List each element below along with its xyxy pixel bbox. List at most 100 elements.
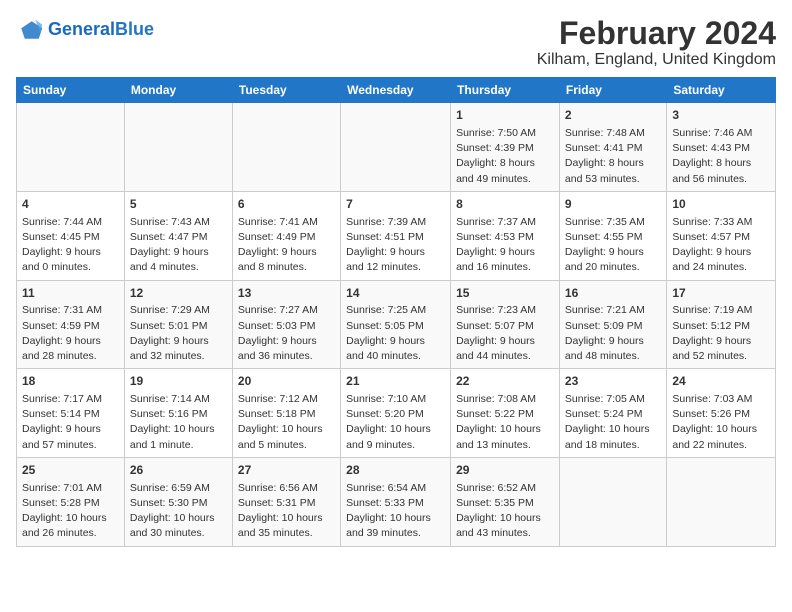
calendar-cell: 23 Sunrise: 7:05 AM Sunset: 5:24 PM Dayli… xyxy=(559,369,666,458)
calendar-cell: 21 Sunrise: 7:10 AM Sunset: 5:20 PM Dayli… xyxy=(341,369,451,458)
calendar-cell: 3 Sunrise: 7:46 AM Sunset: 4:43 PM Daylig… xyxy=(667,103,776,192)
day-info: Sunrise: 7:10 AM Sunset: 5:20 PM Dayligh… xyxy=(346,392,445,453)
calendar-cell: 29 Sunrise: 6:52 AM Sunset: 5:35 PM Dayli… xyxy=(451,457,560,546)
calendar-cell: 16Sunrise: 7:21 AM Sunset: 5:09 PM Dayli… xyxy=(559,280,666,369)
calendar-cell: 13Sunrise: 7:27 AM Sunset: 5:03 PM Dayli… xyxy=(232,280,340,369)
day-info: Sunrise: 6:54 AM Sunset: 5:33 PM Dayligh… xyxy=(346,481,445,542)
weekday-header: Thursday xyxy=(451,78,560,103)
calendar-cell: 6 Sunrise: 7:41 AM Sunset: 4:49 PM Daylig… xyxy=(232,191,340,280)
day-number: 14 xyxy=(346,285,445,302)
weekday-header: Tuesday xyxy=(232,78,340,103)
day-info: Sunrise: 6:52 AM Sunset: 5:35 PM Dayligh… xyxy=(456,481,554,542)
calendar-subtitle: Kilham, England, United Kingdom xyxy=(537,51,776,69)
day-info: Sunrise: 7:44 AM Sunset: 4:45 PM Dayligh… xyxy=(22,215,119,276)
day-info: Sunrise: 7:23 AM Sunset: 5:07 PM Dayligh… xyxy=(456,303,554,364)
day-number: 15 xyxy=(456,285,554,302)
day-info: Sunrise: 7:35 AM Sunset: 4:55 PM Dayligh… xyxy=(565,215,661,276)
day-info: Sunrise: 7:48 AM Sunset: 4:41 PM Dayligh… xyxy=(565,126,661,187)
day-info: Sunrise: 7:14 AM Sunset: 5:16 PM Dayligh… xyxy=(130,392,227,453)
day-info: Sunrise: 7:05 AM Sunset: 5:24 PM Dayligh… xyxy=(565,392,661,453)
calendar-cell xyxy=(667,457,776,546)
calendar-cell: 4 Sunrise: 7:44 AM Sunset: 4:45 PM Daylig… xyxy=(17,191,125,280)
calendar-cell: 5 Sunrise: 7:43 AM Sunset: 4:47 PM Daylig… xyxy=(124,191,232,280)
logo-icon xyxy=(16,16,44,44)
calendar-week-row: 1 Sunrise: 7:50 AM Sunset: 4:39 PM Daylig… xyxy=(17,103,776,192)
calendar-cell: 18 Sunrise: 7:17 AM Sunset: 5:14 PM Dayli… xyxy=(17,369,125,458)
weekday-header: Monday xyxy=(124,78,232,103)
weekday-header: Sunday xyxy=(17,78,125,103)
calendar-cell: 7 Sunrise: 7:39 AM Sunset: 4:51 PM Daylig… xyxy=(341,191,451,280)
calendar-cell xyxy=(232,103,340,192)
day-info: Sunrise: 6:56 AM Sunset: 5:31 PM Dayligh… xyxy=(238,481,335,542)
calendar-cell: 25Sunrise: 7:01 AM Sunset: 5:28 PM Dayli… xyxy=(17,457,125,546)
calendar-cell: 26 Sunrise: 6:59 AM Sunset: 5:30 PM Dayli… xyxy=(124,457,232,546)
day-number: 8 xyxy=(456,196,554,213)
calendar-cell: 27 Sunrise: 6:56 AM Sunset: 5:31 PM Dayli… xyxy=(232,457,340,546)
day-info: Sunrise: 7:46 AM Sunset: 4:43 PM Dayligh… xyxy=(672,126,770,187)
calendar-cell: 2 Sunrise: 7:48 AM Sunset: 4:41 PM Daylig… xyxy=(559,103,666,192)
calendar-week-row: 4 Sunrise: 7:44 AM Sunset: 4:45 PM Daylig… xyxy=(17,191,776,280)
day-number: 12 xyxy=(130,285,227,302)
day-number: 19 xyxy=(130,373,227,390)
day-number: 13 xyxy=(238,285,335,302)
calendar-cell: 12Sunrise: 7:29 AM Sunset: 5:01 PM Dayli… xyxy=(124,280,232,369)
calendar-title: February 2024 xyxy=(537,16,776,51)
day-number: 25 xyxy=(22,462,119,479)
day-info: Sunrise: 7:03 AM Sunset: 5:26 PM Dayligh… xyxy=(672,392,770,453)
calendar-cell: 15Sunrise: 7:23 AM Sunset: 5:07 PM Dayli… xyxy=(451,280,560,369)
day-number: 29 xyxy=(456,462,554,479)
day-info: Sunrise: 7:39 AM Sunset: 4:51 PM Dayligh… xyxy=(346,215,445,276)
day-info: Sunrise: 7:08 AM Sunset: 5:22 PM Dayligh… xyxy=(456,392,554,453)
calendar-cell: 17Sunrise: 7:19 AM Sunset: 5:12 PM Dayli… xyxy=(667,280,776,369)
calendar-cell: 24Sunrise: 7:03 AM Sunset: 5:26 PM Dayli… xyxy=(667,369,776,458)
calendar-cell: 14Sunrise: 7:25 AM Sunset: 5:05 PM Dayli… xyxy=(341,280,451,369)
day-info: Sunrise: 7:41 AM Sunset: 4:49 PM Dayligh… xyxy=(238,215,335,276)
day-number: 10 xyxy=(672,196,770,213)
day-number: 18 xyxy=(22,373,119,390)
calendar-cell: 28Sunrise: 6:54 AM Sunset: 5:33 PM Dayli… xyxy=(341,457,451,546)
calendar-cell: 10 Sunrise: 7:33 AM Sunset: 4:57 PM Dayli… xyxy=(667,191,776,280)
calendar-week-row: 11Sunrise: 7:31 AM Sunset: 4:59 PM Dayli… xyxy=(17,280,776,369)
day-number: 2 xyxy=(565,107,661,124)
day-info: Sunrise: 7:33 AM Sunset: 4:57 PM Dayligh… xyxy=(672,215,770,276)
day-number: 6 xyxy=(238,196,335,213)
day-number: 9 xyxy=(565,196,661,213)
weekday-header: Friday xyxy=(559,78,666,103)
calendar-cell: 11Sunrise: 7:31 AM Sunset: 4:59 PM Dayli… xyxy=(17,280,125,369)
day-number: 22 xyxy=(456,373,554,390)
day-info: Sunrise: 7:37 AM Sunset: 4:53 PM Dayligh… xyxy=(456,215,554,276)
calendar-cell: 8 Sunrise: 7:37 AM Sunset: 4:53 PM Daylig… xyxy=(451,191,560,280)
calendar-table: SundayMondayTuesdayWednesdayThursdayFrid… xyxy=(16,77,776,546)
day-info: Sunrise: 7:19 AM Sunset: 5:12 PM Dayligh… xyxy=(672,303,770,364)
day-number: 11 xyxy=(22,285,119,302)
day-number: 3 xyxy=(672,107,770,124)
day-number: 5 xyxy=(130,196,227,213)
day-info: Sunrise: 7:25 AM Sunset: 5:05 PM Dayligh… xyxy=(346,303,445,364)
calendar-cell xyxy=(341,103,451,192)
calendar-week-row: 18 Sunrise: 7:17 AM Sunset: 5:14 PM Dayli… xyxy=(17,369,776,458)
day-number: 1 xyxy=(456,107,554,124)
day-info: Sunrise: 7:31 AM Sunset: 4:59 PM Dayligh… xyxy=(22,303,119,364)
day-number: 26 xyxy=(130,462,227,479)
day-number: 4 xyxy=(22,196,119,213)
day-number: 20 xyxy=(238,373,335,390)
day-number: 27 xyxy=(238,462,335,479)
day-number: 7 xyxy=(346,196,445,213)
calendar-cell xyxy=(559,457,666,546)
day-number: 21 xyxy=(346,373,445,390)
calendar-cell: 1 Sunrise: 7:50 AM Sunset: 4:39 PM Daylig… xyxy=(451,103,560,192)
day-info: Sunrise: 7:43 AM Sunset: 4:47 PM Dayligh… xyxy=(130,215,227,276)
calendar-cell: 19 Sunrise: 7:14 AM Sunset: 5:16 PM Dayli… xyxy=(124,369,232,458)
day-info: Sunrise: 7:50 AM Sunset: 4:39 PM Dayligh… xyxy=(456,126,554,187)
day-info: Sunrise: 7:27 AM Sunset: 5:03 PM Dayligh… xyxy=(238,303,335,364)
day-number: 23 xyxy=(565,373,661,390)
title-block: February 2024 Kilham, England, United Ki… xyxy=(537,16,776,69)
calendar-cell: 20 Sunrise: 7:12 AM Sunset: 5:18 PM Dayli… xyxy=(232,369,340,458)
page-header: GeneralBlue February 2024 Kilham, Englan… xyxy=(16,16,776,69)
weekday-header-row: SundayMondayTuesdayWednesdayThursdayFrid… xyxy=(17,78,776,103)
day-info: Sunrise: 6:59 AM Sunset: 5:30 PM Dayligh… xyxy=(130,481,227,542)
day-info: Sunrise: 7:12 AM Sunset: 5:18 PM Dayligh… xyxy=(238,392,335,453)
logo-text: GeneralBlue xyxy=(48,20,154,40)
day-info: Sunrise: 7:17 AM Sunset: 5:14 PM Dayligh… xyxy=(22,392,119,453)
calendar-cell: 9 Sunrise: 7:35 AM Sunset: 4:55 PM Daylig… xyxy=(559,191,666,280)
